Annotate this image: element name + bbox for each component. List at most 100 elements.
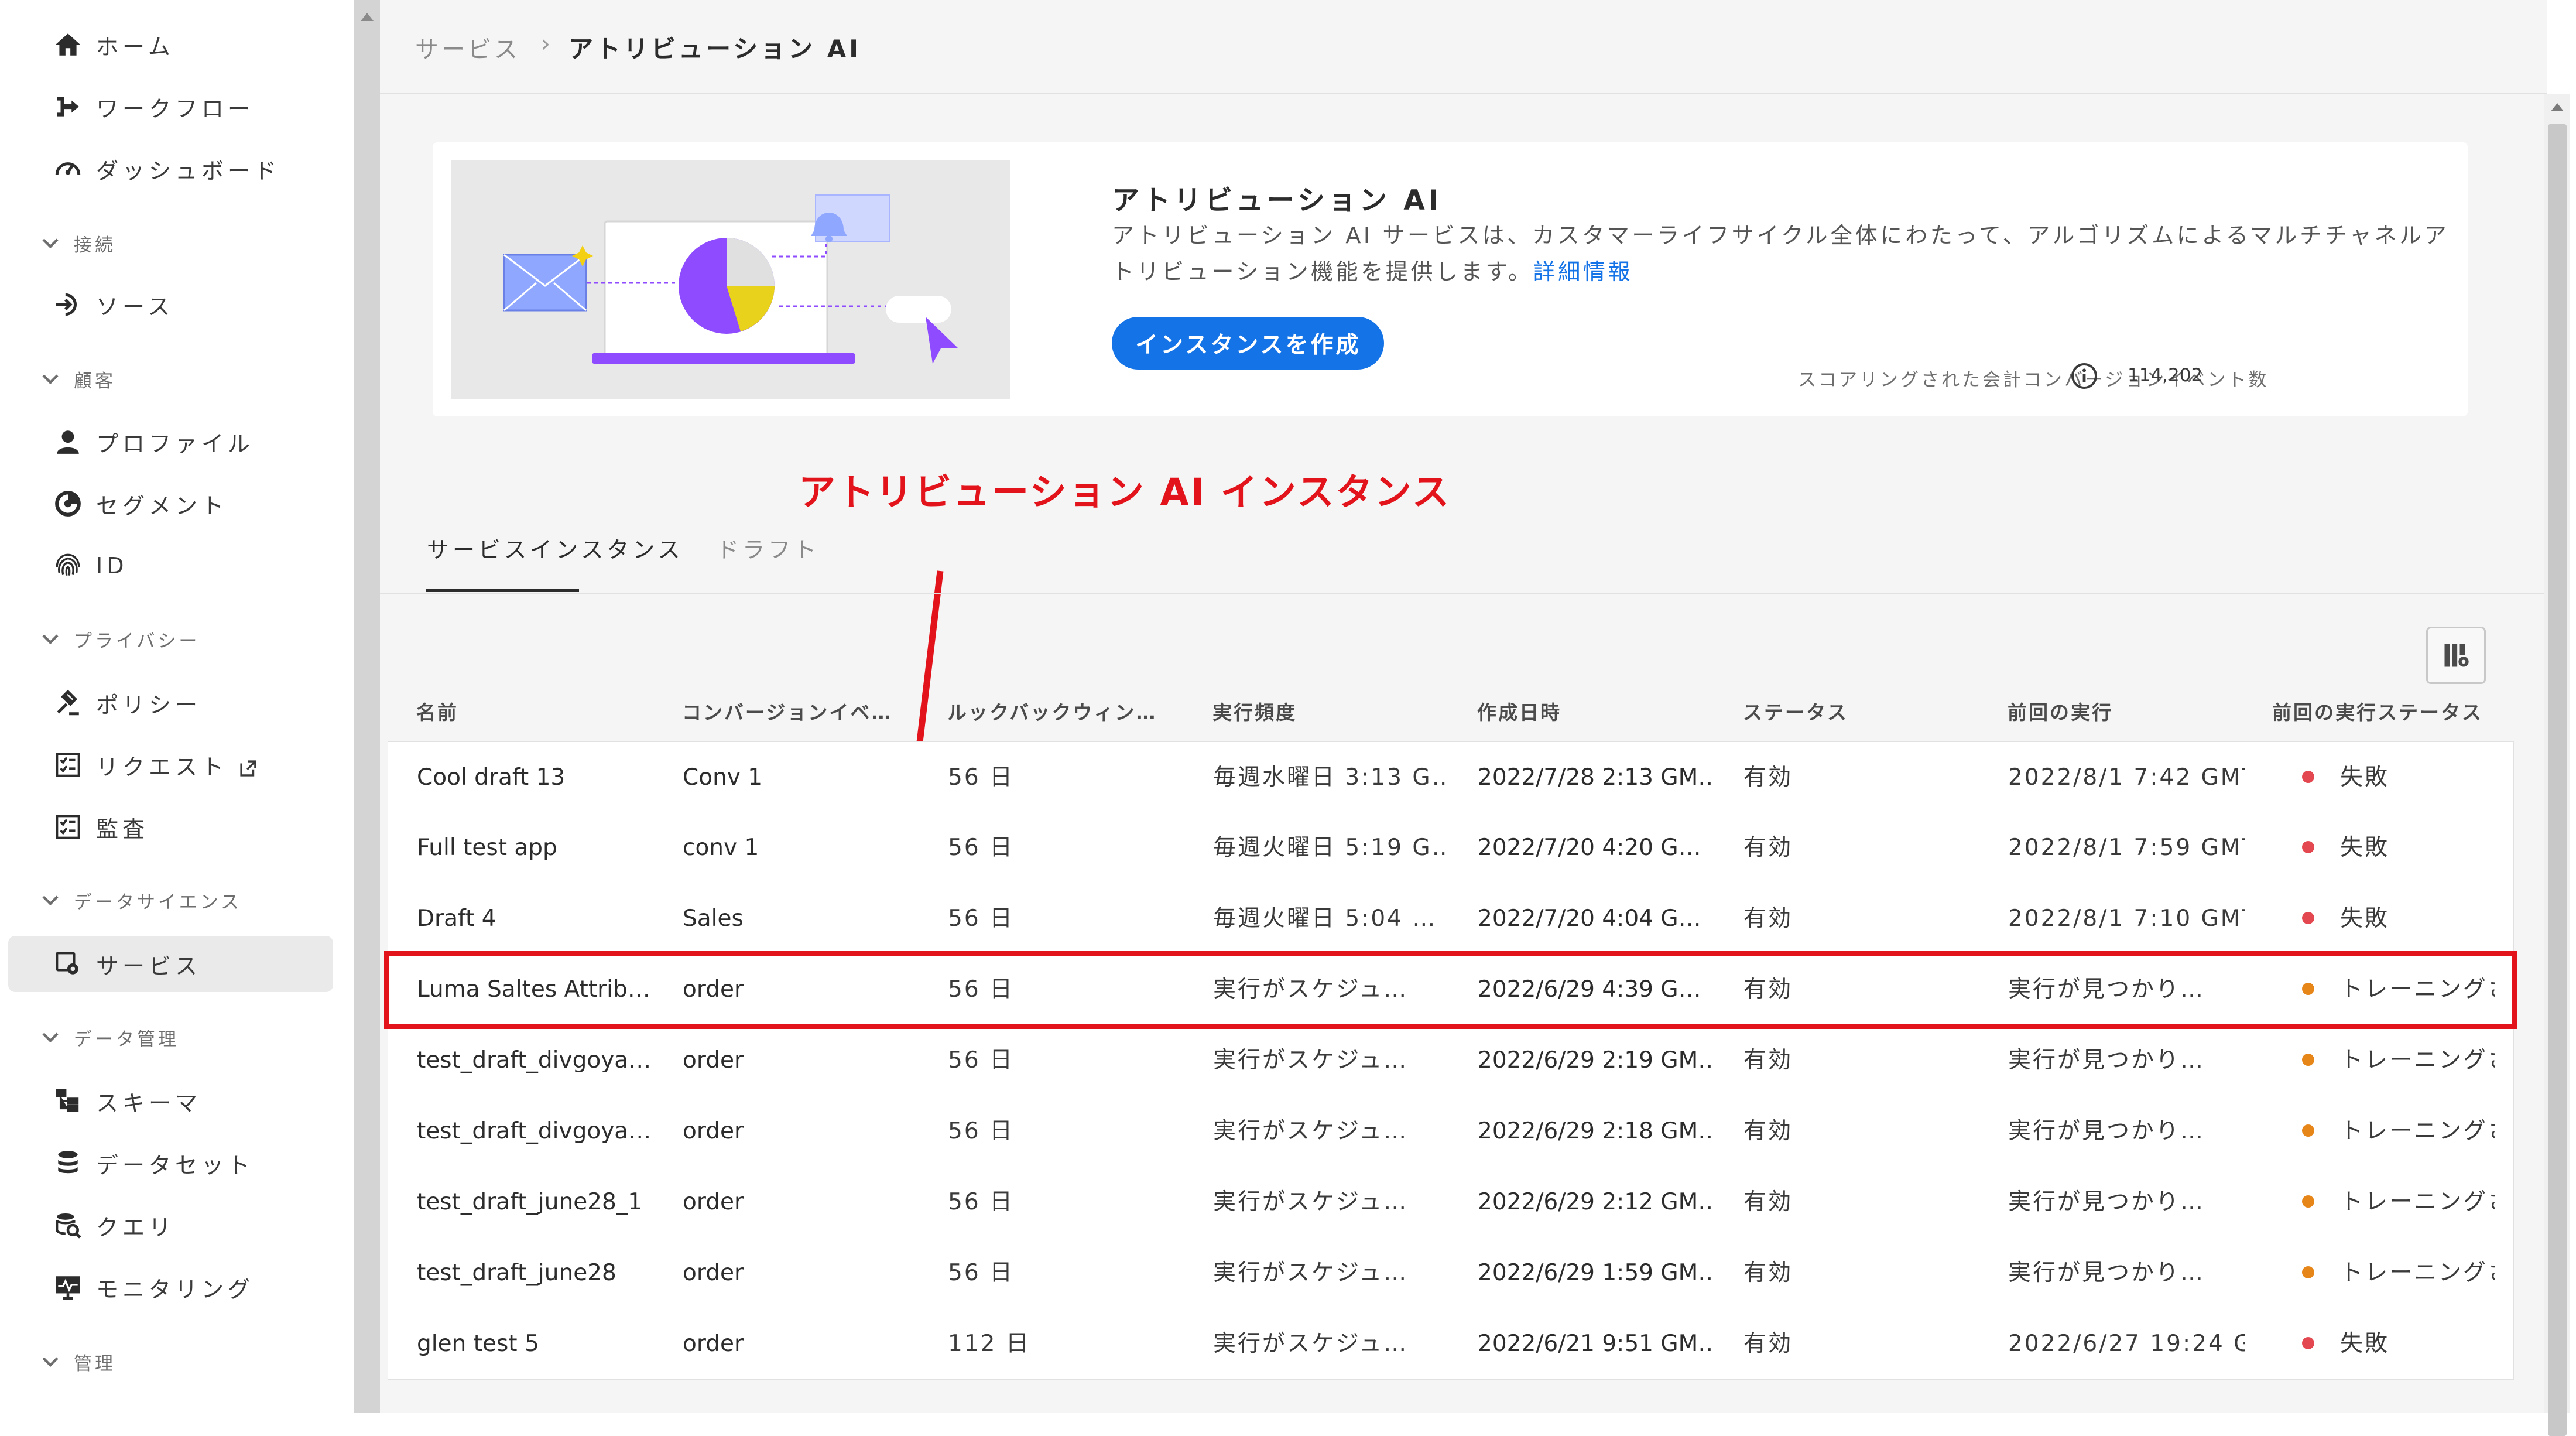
tabs-divider (380, 593, 2544, 594)
learn-more-link[interactable]: 詳細情報 (1533, 259, 1633, 285)
status-text: 失敗 (2340, 835, 2390, 861)
tab-drafts[interactable]: ドラフト (717, 532, 820, 564)
cell-name[interactable]: test_draft_divgoya… (417, 1025, 654, 1096)
cell-last-run-status: 失敗 (2302, 742, 2495, 813)
table-row[interactable]: test_draft_divgoya… order 56 日 実行がスケジュ… 2022… (388, 1096, 2514, 1167)
cell-name[interactable]: test_draft_june28_1 (417, 1167, 654, 1237)
breadcrumb-services-link[interactable]: サービス (415, 30, 520, 64)
nav-group-data-management[interactable]: データ管理 (8, 1017, 333, 1058)
nav-item-workflows[interactable]: ワークフロー (8, 78, 333, 135)
cell-last-run: 2022/8/1 7:59 GMT… (2008, 835, 2245, 861)
column-settings-button[interactable] (2426, 627, 2486, 684)
cell-frequency: 毎週火曜日 5:19 G… (1213, 835, 1450, 861)
column-header-lookback-window[interactable]: ルックバックウィン… (947, 697, 1193, 725)
nav-item-identities[interactable]: ID (8, 538, 333, 594)
cell-name[interactable]: Draft 4 (417, 883, 654, 954)
table-header: 名前 コンバージョンイベ… ルックバックウィン… 実行頻度 作成日時 ステータス… (416, 697, 2543, 726)
tab-service-instances[interactable]: サービスインスタンス (427, 532, 683, 564)
status-dot (2302, 1337, 2314, 1349)
scroll-up-arrow-icon[interactable] (2551, 103, 2564, 111)
nav-item-audits[interactable]: 監査 (8, 799, 333, 855)
column-header-conversion-event[interactable]: コンバージョンイベ… (682, 697, 928, 725)
left-nav-sidebar: ホーム ワークフロー ダッシュボード 接続 ソース 顧客 プロファイル セグメン… (0, 0, 354, 1413)
nav-item-dashboards[interactable]: ダッシュボード (8, 141, 333, 197)
services-icon (52, 949, 84, 979)
nav-item-profiles[interactable]: プロファイル (8, 413, 333, 470)
nav-label: プロファイル (96, 430, 255, 457)
cell-frequency: 実行がスケジュ… (1213, 1260, 1409, 1286)
status-dot (2302, 1124, 2314, 1137)
cell-last-run: 実行が見つかり… (2008, 1260, 2205, 1286)
cell-status: 有効 (1743, 1331, 1793, 1357)
nav-group-administration[interactable]: 管理 (8, 1341, 333, 1382)
scrollbar-thumb[interactable] (2548, 124, 2567, 1436)
cell-name[interactable]: test_draft_divgoya… (417, 1096, 654, 1167)
scroll-up-arrow-icon[interactable] (361, 13, 374, 21)
cell-created: 2022/6/29 2:18 GM… (1478, 1118, 1715, 1144)
cell-name[interactable]: Full test app (417, 812, 654, 883)
cell-lookback-window: 56 日 (948, 1260, 1015, 1286)
nav-item-sources[interactable]: ソース (8, 276, 333, 333)
table-row[interactable]: test_draft_divgoya… order 56 日 実行がスケジュ… 2022… (388, 1025, 2514, 1096)
cell-conversion-event: order (683, 1118, 744, 1144)
home-icon (52, 29, 84, 60)
nav-item-monitoring[interactable]: モニタリング (8, 1259, 333, 1315)
nav-group-connections[interactable]: 接続 (8, 223, 333, 264)
column-header-name[interactable]: 名前 (416, 697, 662, 725)
chevron-down-icon (42, 895, 59, 906)
main-scrollbar[interactable] (2544, 94, 2570, 1436)
cell-name[interactable]: Cool draft 13 (417, 742, 654, 813)
cell-lookback-window: 56 日 (948, 905, 1015, 932)
identity-fingerprint-icon (52, 551, 84, 581)
cell-frequency: 毎週水曜日 3:13 G… (1213, 764, 1450, 791)
cell-created: 2022/7/28 2:13 GM… (1478, 764, 1715, 791)
cell-conversion-event: order (683, 1189, 744, 1215)
table-row[interactable]: Draft 4 Sales 56 日 毎週火曜日 5:04 … 2022/7/20 4:… (388, 883, 2514, 955)
cell-status: 有効 (1743, 1118, 1793, 1144)
workflow-icon (52, 91, 84, 122)
nav-group-privacy[interactable]: プライバシー (8, 618, 333, 659)
nav-item-policies[interactable]: ポリシー (8, 675, 333, 731)
nav-item-datasets[interactable]: データセット (8, 1135, 333, 1191)
nav-item-segments[interactable]: セグメント (8, 476, 333, 532)
column-header-frequency[interactable]: 実行頻度 (1212, 697, 1458, 725)
column-header-last-run[interactable]: 前回の実行 (2008, 697, 2253, 725)
nav-group-customer[interactable]: 顧客 (8, 358, 333, 399)
audits-icon (52, 812, 84, 842)
nav-item-schemas[interactable]: スキーマ (8, 1073, 333, 1129)
cell-last-run-status: トレーニングさ (2302, 1096, 2495, 1167)
create-instance-button[interactable]: インスタンスを作成 (1112, 317, 1385, 370)
cell-name[interactable]: Luma Saltes Attrib… (417, 954, 654, 1025)
nav-group-data-science[interactable]: データサイエンス (8, 880, 333, 921)
column-header-created[interactable]: 作成日時 (1477, 697, 1723, 725)
table-row[interactable]: Cool draft 13 Conv 1 56 日 毎週水曜日 3:13 G… 2022… (388, 741, 2514, 813)
table-row[interactable]: test_draft_june28_1 order 56 日 実行がスケジュ… 2022… (388, 1167, 2514, 1238)
cell-status: 有効 (1743, 1189, 1793, 1215)
table-row[interactable]: glen test 5 order 112 日 実行がスケジュ… 2022/6/21 9… (388, 1308, 2514, 1380)
cell-status: 有効 (1743, 905, 1793, 932)
nav-item-home[interactable]: ホーム (8, 16, 333, 73)
nav-item-requests[interactable]: リクエスト (8, 737, 333, 793)
sidebar-scrollbar[interactable] (354, 0, 380, 1413)
column-header-status[interactable]: ステータス (1743, 697, 1989, 725)
chevron-down-icon (42, 1357, 59, 1367)
table-row-highlighted[interactable]: Luma Saltes Attrib… order 56 日 実行がスケジュ… 2022… (384, 951, 2517, 1029)
table-row[interactable]: test_draft_june28 order 56 日 実行がスケジュ… 2022/6… (388, 1237, 2514, 1309)
cell-created: 2022/6/21 9:51 GM… (1478, 1331, 1715, 1357)
column-header-last-run-status[interactable]: 前回の実行ステータス (2272, 697, 2518, 725)
nav-label: ID (96, 553, 128, 579)
nav-label: ホーム (96, 33, 174, 60)
table-row[interactable]: Full test app conv 1 56 日 毎週火曜日 5:19 G… 2022… (388, 812, 2514, 884)
cell-name[interactable]: test_draft_june28 (417, 1237, 654, 1308)
nav-label: データセット (96, 1152, 255, 1178)
cell-conversion-event: Sales (683, 905, 744, 932)
cell-frequency: 実行がスケジュ… (1213, 1189, 1409, 1215)
info-icon[interactable] (2070, 362, 2098, 390)
cell-name[interactable]: glen test 5 (417, 1308, 654, 1379)
nav-item-queries[interactable]: クエリ (8, 1197, 333, 1253)
cell-lookback-window: 56 日 (948, 1118, 1015, 1144)
cell-last-run: 2022/6/27 19:24 G… (2008, 1331, 2245, 1357)
nav-item-services[interactable]: サービス (8, 936, 333, 992)
status-dot (2302, 771, 2314, 783)
cell-lookback-window: 56 日 (948, 835, 1015, 861)
